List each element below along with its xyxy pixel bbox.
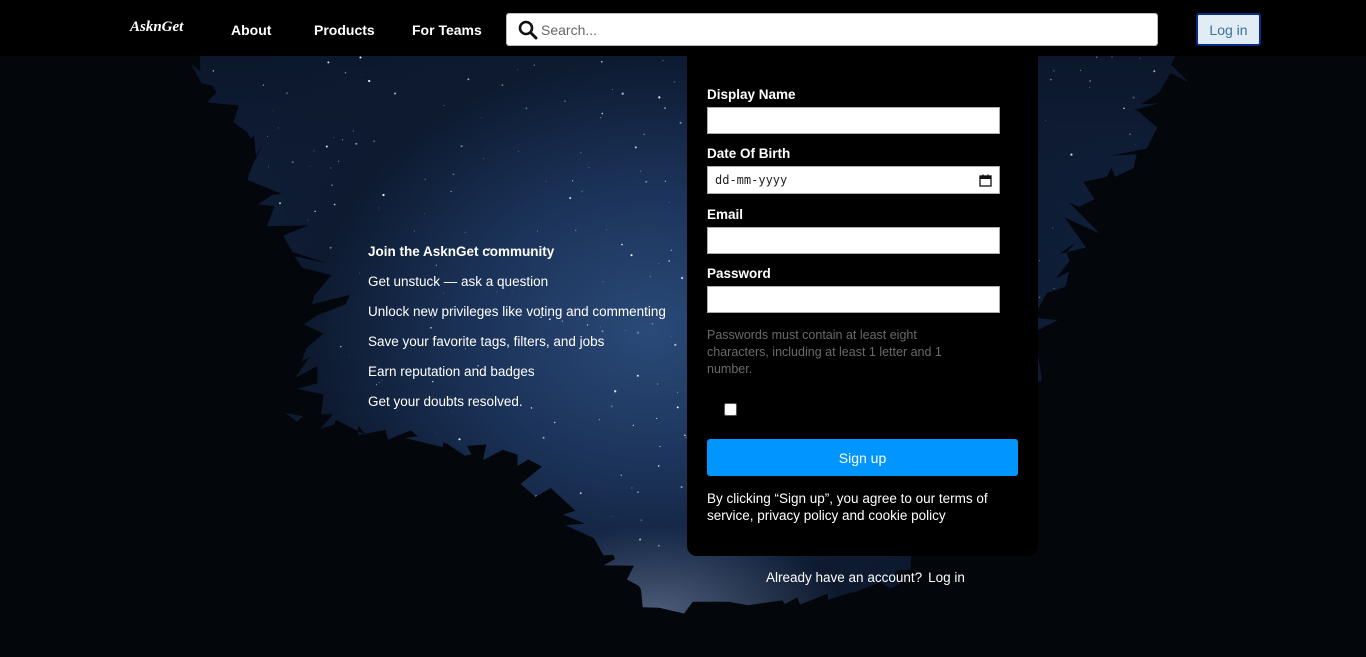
checkbox[interactable] [724,403,737,416]
dob-field[interactable]: dd-mm-yyyy [707,166,1000,194]
community-item: Earn reputation and badges [368,364,535,379]
search-box[interactable] [506,13,1158,46]
login-button[interactable]: Log in [1196,13,1261,46]
password-label: Password [707,266,771,281]
community-info: Join the AsknGet community Get unstuck —… [368,244,678,424]
display-name-label: Display Name [707,87,796,102]
calendar-icon[interactable] [979,174,992,187]
password-hint: Passwords must contain at least eight ch… [707,328,942,376]
nav-link-for-teams[interactable]: For Teams [412,22,482,38]
already-text: Already have an account? [766,570,923,585]
password-field[interactable] [707,286,1000,313]
already-have-account: Already have an account? Log in [766,570,965,585]
email-field[interactable] [707,227,1000,254]
search-input[interactable] [541,21,1141,38]
email-label: Email [707,207,744,222]
login-link[interactable]: Log in [928,570,965,585]
nav-link-products[interactable]: Products [314,22,375,38]
display-name-field[interactable] [707,107,1000,134]
community-item: Save your favorite tags, filters, and jo… [368,334,605,349]
community-item: Get unstuck — ask a question [368,274,549,289]
community-item: Get your doubts resolved. [368,394,523,409]
logo[interactable]: AsknGet [130,19,183,36]
nav-link-about[interactable]: About [231,22,271,38]
signup-button[interactable]: Sign up [707,439,1018,476]
navbar: AsknGet About Products For Teams Log in [0,0,1366,56]
dob-label: Date Of Birth [707,146,791,161]
dob-placeholder: dd-mm-yyyy [715,173,788,187]
community-item: Unlock new privileges like voting and co… [368,304,666,319]
signup-card: Display Name Date Of Birth dd-mm-yyyy Em… [687,56,1038,556]
search-icon [518,20,538,39]
terms-text: By clicking “Sign up”, you agree to our … [707,491,988,523]
night-sky-background [0,0,1366,657]
community-heading: Join the AsknGet community [368,244,555,259]
forest-silhouette [0,53,1366,657]
